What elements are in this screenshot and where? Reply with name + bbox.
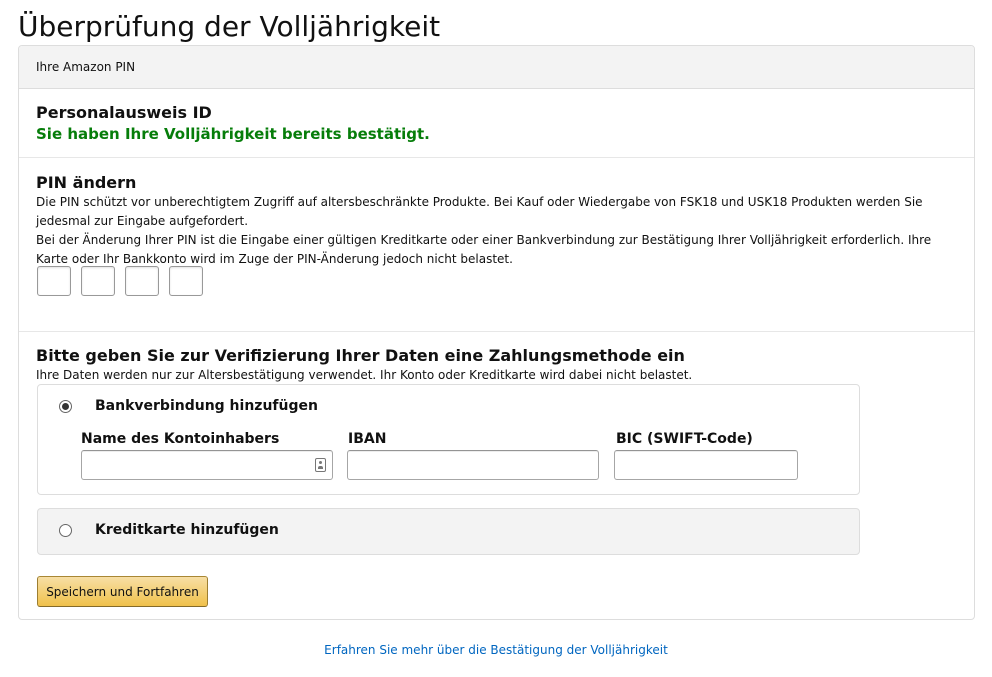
pin-description-1: Die PIN schützt vor unberechtigtem Zugri…	[36, 195, 923, 228]
card-header: Ihre Amazon PIN	[19, 46, 974, 89]
credit-card-option[interactable]: Kreditkarte hinzufügen	[37, 508, 860, 555]
payment-section: Bitte geben Sie zur Verifizierung Ihrer …	[19, 332, 974, 619]
bank-account-option[interactable]: Bankverbindung hinzufügen Name des Konto…	[37, 384, 860, 495]
account-holder-field[interactable]	[81, 450, 333, 480]
payment-section-title: Bitte geben Sie zur Verifizierung Ihrer …	[36, 346, 685, 365]
bic-field[interactable]	[614, 450, 798, 480]
page-title: Überprüfung der Volljährigkeit	[18, 10, 441, 43]
credit-card-label: Kreditkarte hinzufügen	[95, 522, 279, 538]
contact-card-icon[interactable]	[315, 458, 326, 472]
payment-subtitle: Ihre Daten werden nur zur Altersbestätig…	[36, 368, 693, 382]
bank-account-radio[interactable]	[59, 400, 72, 413]
bic-label: BIC (SWIFT-Code)	[616, 431, 753, 447]
credit-card-radio[interactable]	[59, 524, 72, 537]
amazon-pin-card: Ihre Amazon PIN Personalausweis ID Sie h…	[18, 45, 975, 620]
pin-inputs	[37, 266, 213, 296]
id-section: Personalausweis ID Sie haben Ihre Volljä…	[19, 89, 974, 158]
pin-digit-2[interactable]	[81, 266, 115, 296]
verification-status: Sie haben Ihre Volljährigkeit bereits be…	[36, 125, 430, 143]
pin-description-2: Bei der Änderung Ihrer PIN ist die Einga…	[36, 233, 932, 266]
save-and-continue-button[interactable]: Speichern und Fortfahren	[37, 576, 208, 607]
account-holder-label: Name des Kontoinhabers	[81, 431, 280, 447]
bank-account-label: Bankverbindung hinzufügen	[95, 398, 318, 414]
learn-more-link[interactable]: Erfahren Sie mehr über die Bestätigung d…	[0, 643, 992, 657]
pin-digit-3[interactable]	[125, 266, 159, 296]
pin-digit-4[interactable]	[169, 266, 203, 296]
iban-field[interactable]	[347, 450, 599, 480]
pin-section-title: PIN ändern	[36, 173, 137, 192]
pin-section: PIN ändern Die PIN schützt vor unberecht…	[19, 158, 974, 332]
id-section-title: Personalausweis ID	[36, 103, 212, 122]
pin-digit-1[interactable]	[37, 266, 71, 296]
iban-label: IBAN	[348, 431, 387, 447]
